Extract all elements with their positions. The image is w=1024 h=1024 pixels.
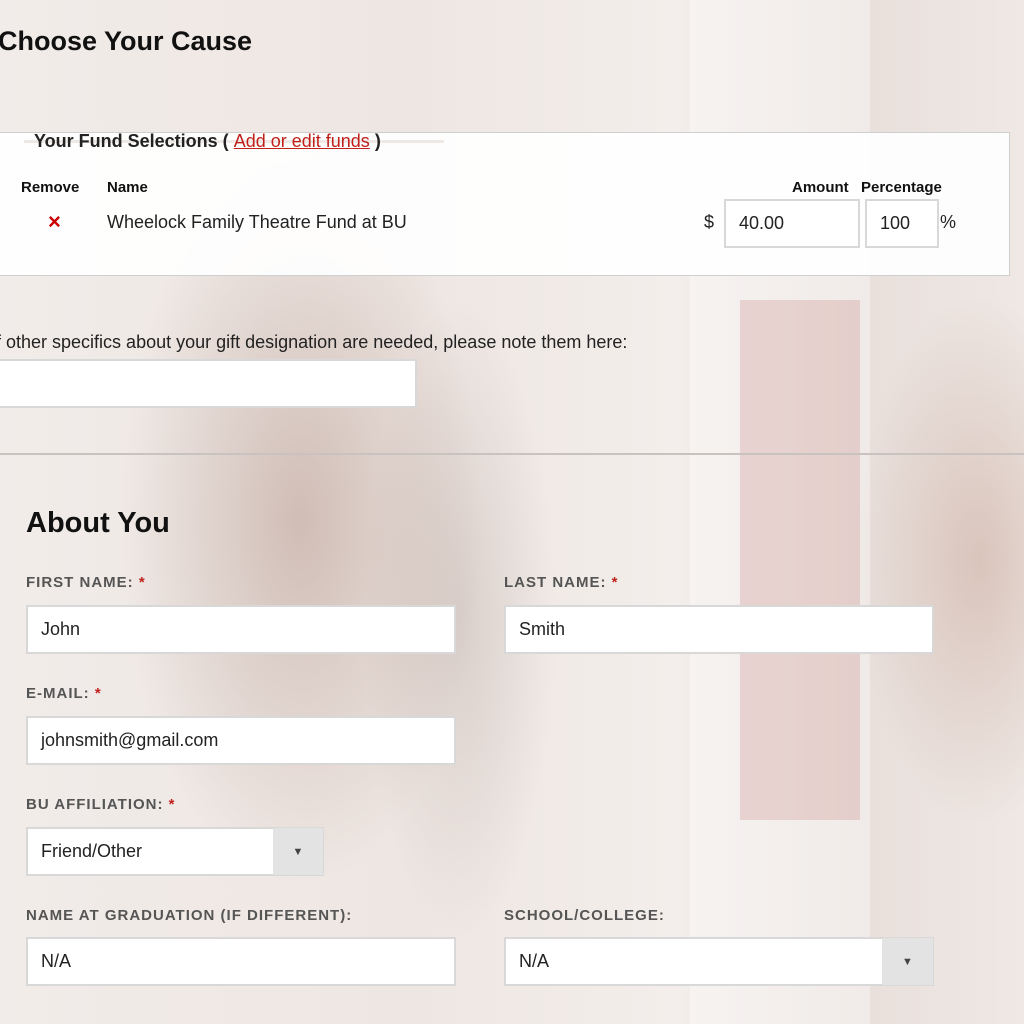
affiliation-selected-value: Friend/Other: [41, 841, 143, 861]
gift-designation-note-label: f other specifics about your gift design…: [0, 332, 628, 352]
first-name-label: FIRST NAME: *: [26, 574, 146, 591]
legend-close-paren: ): [374, 131, 381, 151]
first-name-label-text: FIRST NAME:: [26, 574, 134, 591]
fund-selections-legend: Your Fund Selections ( Add or edit funds…: [28, 131, 387, 152]
legend-text: Your Fund Selections (: [34, 131, 229, 151]
add-edit-funds-link[interactable]: Add or edit funds: [234, 131, 370, 151]
grad-name-label: NAME AT GRADUATION (IF DIFFERENT):: [26, 907, 353, 924]
section-title-about-you: About You: [26, 507, 170, 539]
first-name-input[interactable]: John: [26, 605, 456, 654]
email-input[interactable]: johnsmith@gmail.com: [26, 716, 456, 765]
required-mark: *: [138, 574, 146, 591]
amount-input[interactable]: 40.00: [724, 199, 860, 248]
section-divider: [0, 453, 1024, 455]
last-name-label: LAST NAME: *: [504, 574, 619, 591]
column-header-percentage: Percentage: [861, 179, 942, 196]
school-selected-value: N/A: [519, 951, 550, 971]
grad-name-input[interactable]: N/A: [26, 937, 456, 986]
chevron-down-icon[interactable]: ▼: [273, 828, 323, 875]
email-label: E-MAIL: *: [26, 685, 102, 702]
last-name-label-text: LAST NAME:: [504, 574, 607, 591]
chevron-down-icon[interactable]: ▼: [882, 938, 933, 985]
column-header-name: Name: [107, 179, 148, 196]
school-select[interactable]: N/A: [504, 937, 934, 986]
affiliation-label: BU AFFILIATION: *: [26, 796, 176, 813]
column-header-remove: Remove: [21, 179, 80, 196]
fund-name: Wheelock Family Theatre Fund at BU: [107, 212, 407, 232]
percentage-input[interactable]: 100: [865, 199, 939, 248]
percent-sign: %: [940, 212, 957, 232]
gift-designation-note-input[interactable]: [0, 359, 417, 408]
required-mark: *: [611, 574, 619, 591]
last-name-input[interactable]: Smith: [504, 605, 934, 654]
email-label-text: E-MAIL:: [26, 685, 90, 702]
column-header-amount: Amount: [792, 179, 849, 196]
close-icon[interactable]: ×: [48, 211, 61, 233]
required-mark: *: [168, 796, 176, 813]
currency-symbol: $: [704, 212, 715, 232]
affiliation-label-text: BU AFFILIATION:: [26, 796, 164, 813]
required-mark: *: [94, 685, 102, 702]
section-title-choose-cause: Choose Your Cause: [0, 26, 253, 56]
school-label: SCHOOL/COLLEGE:: [504, 907, 665, 924]
